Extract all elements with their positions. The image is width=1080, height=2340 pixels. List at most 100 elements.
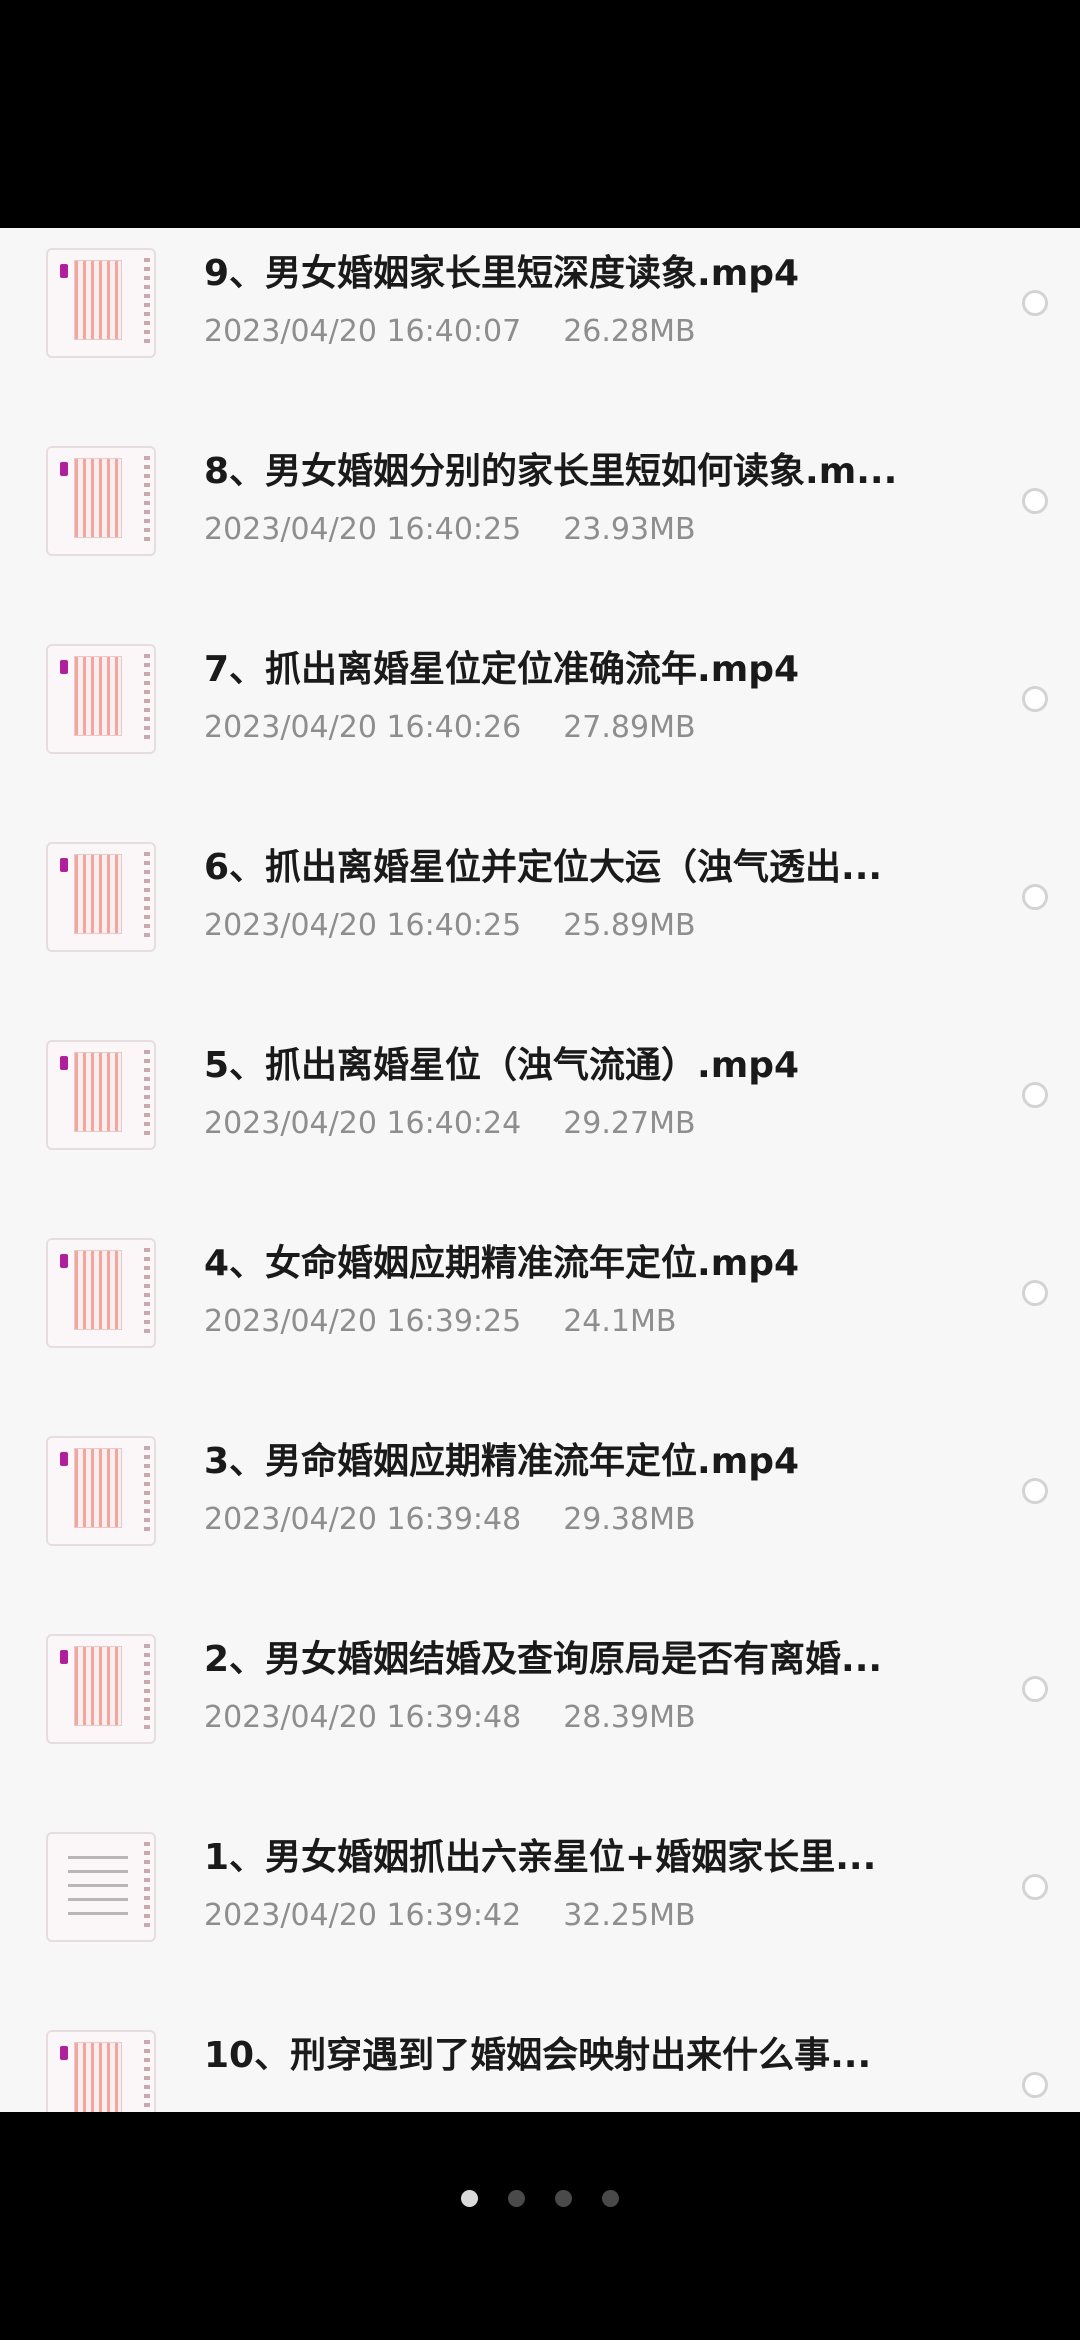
- file-size: 29.38MB: [563, 1502, 696, 1537]
- edge-decoration: [144, 2040, 150, 2112]
- file-meta: 2023/04/20 16:39:42 32.25MB: [204, 1896, 696, 1936]
- chart-grid: [74, 1250, 122, 1330]
- file-title: 10、刑穿遇到了婚姻会映射出来什么事...: [204, 2035, 872, 2076]
- video-thumbnail: [46, 1436, 156, 1546]
- edge-decoration: [144, 456, 150, 546]
- file-row[interactable]: 4、女命婚姻应期精准流年定位.mp4 2023/04/20 16:39:25 24…: [0, 1218, 1080, 1416]
- file-size: 28.39MB: [563, 1700, 696, 1735]
- video-thumbnail: [46, 2030, 156, 2112]
- file-row[interactable]: 7、抓出离婚星位定位准确流年.mp4 2023/04/20 16:40:26 27…: [0, 624, 1080, 822]
- file-title: 6、抓出离婚星位并定位大运（浊气透出...: [204, 847, 883, 888]
- chart-grid: [74, 1448, 122, 1528]
- file-list[interactable]: 9、男女婚姻家长里短深度读象.mp4 2023/04/20 16:40:07 26…: [0, 228, 1080, 2112]
- marker-icon: [60, 660, 68, 674]
- file-meta: 2023/04/20 16:40:25 23.93MB: [204, 510, 696, 550]
- file-datetime: 2023/04/20 16:40:26: [204, 710, 522, 745]
- chart-grid: [74, 260, 122, 340]
- chart-grid: [74, 458, 122, 538]
- select-radio[interactable]: [1022, 2072, 1048, 2098]
- edge-decoration: [144, 1446, 150, 1536]
- file-meta: 2023/04/20 16:39:48 28.39MB: [204, 1698, 696, 1738]
- file-size: 24.1MB: [563, 1304, 677, 1339]
- marker-icon: [60, 1452, 68, 1466]
- marker-icon: [60, 1056, 68, 1070]
- file-row[interactable]: 5、抓出离婚星位（浊气流通）.mp4 2023/04/20 16:40:24 29…: [0, 1020, 1080, 1218]
- file-meta: 2023/04/20 16:39:25 24.1MB: [204, 1302, 676, 1342]
- file-row[interactable]: 2、男女婚姻结婚及查询原局是否有离婚... 2023/04/20 16:39:4…: [0, 1614, 1080, 1812]
- video-thumbnail: [46, 248, 156, 358]
- file-size: 27.89MB: [563, 710, 696, 745]
- page-dot[interactable]: [602, 2190, 619, 2207]
- chart-grid: [74, 1052, 122, 1132]
- file-title: 7、抓出离婚星位定位准确流年.mp4: [204, 649, 800, 690]
- select-radio[interactable]: [1022, 1280, 1048, 1306]
- page-dot[interactable]: [508, 2190, 525, 2207]
- page-dot-active[interactable]: [461, 2190, 478, 2207]
- file-row[interactable]: 10、刑穿遇到了婚姻会映射出来什么事...: [0, 2010, 1080, 2112]
- file-size: 32.25MB: [563, 1898, 696, 1933]
- file-size: 23.93MB: [563, 512, 696, 547]
- video-thumbnail: [46, 1040, 156, 1150]
- marker-icon: [60, 462, 68, 476]
- edge-decoration: [144, 1842, 150, 1932]
- file-row[interactable]: 8、男女婚姻分别的家长里短如何读象.m... 2023/04/20 16:40:…: [0, 426, 1080, 624]
- file-meta: 2023/04/20 16:40:07 26.28MB: [204, 312, 696, 352]
- file-datetime: 2023/04/20 16:39:48: [204, 1502, 522, 1537]
- file-title: 4、女命婚姻应期精准流年定位.mp4: [204, 1243, 800, 1284]
- video-thumbnail: [46, 842, 156, 952]
- file-datetime: 2023/04/20 16:40:24: [204, 1106, 522, 1141]
- file-meta: [204, 2094, 246, 2112]
- edge-decoration: [144, 852, 150, 942]
- file-row[interactable]: 9、男女婚姻家长里短深度读象.mp4 2023/04/20 16:40:07 26…: [0, 228, 1080, 426]
- file-row[interactable]: 3、男命婚姻应期精准流年定位.mp4 2023/04/20 16:39:48 29…: [0, 1416, 1080, 1614]
- top-black-bar: [0, 0, 1080, 228]
- video-thumbnail: [46, 1634, 156, 1744]
- file-datetime: 2023/04/20 16:40:25: [204, 512, 522, 547]
- document-thumbnail: [46, 1832, 156, 1942]
- edge-decoration: [144, 1248, 150, 1338]
- chart-grid: [74, 2042, 122, 2112]
- select-radio[interactable]: [1022, 488, 1048, 514]
- file-datetime: 2023/04/20 16:40:07: [204, 314, 522, 349]
- page-indicator: [0, 2190, 1080, 2214]
- select-radio[interactable]: [1022, 290, 1048, 316]
- edge-decoration: [144, 258, 150, 348]
- select-radio[interactable]: [1022, 686, 1048, 712]
- file-datetime: 2023/04/20 16:39:25: [204, 1304, 522, 1339]
- bottom-black-bar: [0, 2112, 1080, 2340]
- file-size: 29.27MB: [563, 1106, 696, 1141]
- select-radio[interactable]: [1022, 1676, 1048, 1702]
- select-radio[interactable]: [1022, 1874, 1048, 1900]
- file-title: 5、抓出离婚星位（浊气流通）.mp4: [204, 1045, 800, 1086]
- edge-decoration: [144, 1644, 150, 1734]
- marker-icon: [60, 1650, 68, 1664]
- file-size: 25.89MB: [563, 908, 696, 943]
- marker-icon: [60, 858, 68, 872]
- video-thumbnail: [46, 1238, 156, 1348]
- file-datetime: 2023/04/20 16:40:25: [204, 908, 522, 943]
- file-row[interactable]: 6、抓出离婚星位并定位大运（浊气透出... 2023/04/20 16:40:2…: [0, 822, 1080, 1020]
- page-dot[interactable]: [555, 2190, 572, 2207]
- marker-icon: [60, 1254, 68, 1268]
- file-title: 3、男命婚姻应期精准流年定位.mp4: [204, 1441, 800, 1482]
- edge-decoration: [144, 654, 150, 744]
- file-title: 8、男女婚姻分别的家长里短如何读象.m...: [204, 451, 898, 492]
- select-radio[interactable]: [1022, 1082, 1048, 1108]
- file-title: 9、男女婚姻家长里短深度读象.mp4: [204, 253, 800, 294]
- file-row[interactable]: 1、男女婚姻抓出六亲星位+婚姻家长里... 2023/04/20 16:39:4…: [0, 1812, 1080, 2010]
- select-radio[interactable]: [1022, 1478, 1048, 1504]
- select-radio[interactable]: [1022, 884, 1048, 910]
- file-meta: 2023/04/20 16:40:24 29.27MB: [204, 1104, 696, 1144]
- edge-decoration: [144, 1050, 150, 1140]
- chart-grid: [74, 656, 122, 736]
- file-meta: 2023/04/20 16:39:48 29.38MB: [204, 1500, 696, 1540]
- file-size: 26.28MB: [563, 314, 696, 349]
- video-thumbnail: [46, 644, 156, 754]
- file-meta: 2023/04/20 16:40:25 25.89MB: [204, 906, 696, 946]
- file-datetime: 2023/04/20 16:39:42: [204, 1898, 522, 1933]
- file-meta: 2023/04/20 16:40:26 27.89MB: [204, 708, 696, 748]
- chart-grid: [74, 854, 122, 934]
- text-lines: [68, 1856, 128, 1926]
- marker-icon: [60, 264, 68, 278]
- file-datetime: 2023/04/20 16:39:48: [204, 1700, 522, 1735]
